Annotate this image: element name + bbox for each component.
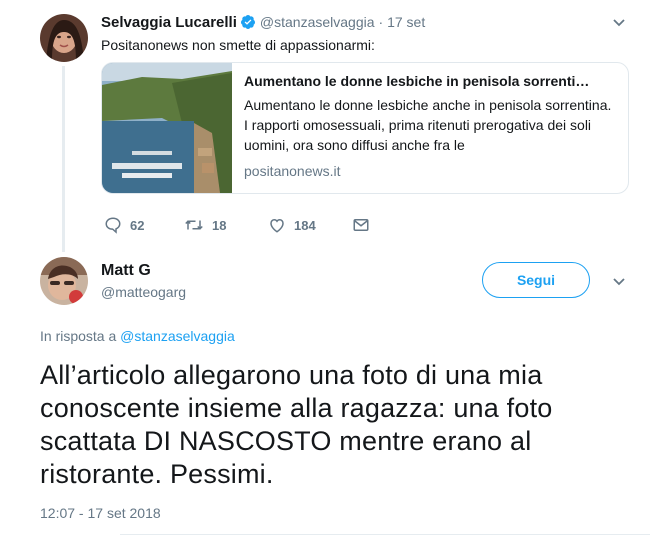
card-title: Aumentano le donne lesbiche in penisola … (244, 73, 590, 89)
card-domain: positanonews.it (244, 163, 341, 179)
dm-icon (352, 216, 378, 234)
link-card[interactable]: Aumentano le donne lesbiche in penisola … (101, 62, 629, 194)
dm-action[interactable] (352, 216, 378, 234)
parent-tweet-text: Positanonews non smette di appassionarmi… (101, 37, 375, 53)
chevron-down-icon[interactable] (611, 273, 627, 294)
reply-timestamp[interactable]: 12:07 - 17 set 2018 (40, 505, 161, 521)
reply-context: In risposta a @stanzaselvaggia (40, 328, 235, 344)
reply-prefix: In risposta a (40, 328, 117, 344)
reply-tweet-text: All’articolo allegarono una foto di una … (40, 360, 553, 489)
reply-author-name[interactable]: Matt G (101, 262, 151, 280)
card-description: Aumentano le donne lesbiche anche in pen… (244, 97, 612, 153)
follow-button-label: Segui (516, 272, 556, 288)
like-icon (268, 216, 294, 234)
verified-badge-icon (240, 14, 256, 30)
retweet-action[interactable]: 18 (184, 216, 268, 234)
reply-handle[interactable]: @matteogarg (101, 284, 186, 300)
like-action[interactable]: 184 (268, 216, 352, 234)
bottom-divider (120, 534, 650, 535)
follow-button[interactable]: Segui (482, 262, 590, 298)
card-image (102, 63, 232, 193)
chevron-down-icon[interactable] (611, 14, 627, 35)
reply-action[interactable]: 62 (104, 216, 184, 234)
retweet-icon (184, 216, 212, 234)
thread-line (62, 66, 65, 252)
parent-avatar[interactable] (40, 14, 88, 62)
parent-author-name[interactable]: Selvaggia Lucarelli (101, 14, 237, 31)
parent-actions: 62 18 184 (104, 216, 378, 234)
parent-tweet-header: Selvaggia Lucarelli @stanzaselvaggia · 1… (101, 12, 425, 32)
reply-avatar[interactable] (40, 257, 88, 305)
parent-time[interactable]: · 17 set (379, 14, 426, 30)
reply-count: 62 (130, 217, 145, 233)
reply-icon (104, 216, 130, 234)
parent-handle[interactable]: @stanzaselvaggia (260, 14, 375, 30)
retweet-count: 18 (212, 217, 227, 233)
reply-to-handle-link[interactable]: @stanzaselvaggia (120, 328, 235, 344)
like-count: 184 (294, 217, 316, 233)
card-body: Aumentano le donne lesbiche in penisola … (232, 63, 626, 193)
